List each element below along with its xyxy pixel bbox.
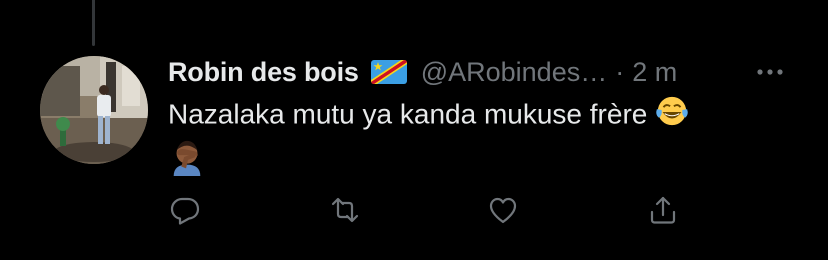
- retweet-button[interactable]: [325, 190, 365, 230]
- avatar-image: [40, 56, 148, 164]
- user-handle[interactable]: @ARobindes…: [421, 57, 608, 88]
- thread-connector-line: [92, 0, 95, 46]
- tweet-text-content: Nazalaka mutu ya kanda mukuse frère: [168, 98, 648, 130]
- share-icon: [650, 196, 676, 224]
- tweet-action-bar: [165, 190, 685, 230]
- tweet-header: Robin des bois @ARobindes… · 2 m: [168, 52, 677, 92]
- reply-icon: [170, 197, 200, 225]
- separator-dot: ·: [615, 56, 625, 87]
- like-button[interactable]: [483, 190, 523, 230]
- timestamp[interactable]: 2 m: [632, 57, 677, 88]
- person-facepalming-icon: [168, 138, 206, 186]
- retweet-icon: [331, 197, 359, 223]
- more-icon[interactable]: [752, 60, 788, 84]
- reply-button[interactable]: [165, 190, 205, 230]
- share-button[interactable]: [643, 190, 683, 230]
- face-with-tears-of-joy-icon: [655, 94, 689, 138]
- avatar[interactable]: [40, 56, 148, 164]
- tweet-text: Nazalaka mutu ya kanda mukuse frère: [168, 94, 788, 186]
- flag-dr-congo-icon: [370, 60, 407, 84]
- display-name[interactable]: Robin des bois: [168, 57, 359, 88]
- like-icon: [489, 197, 517, 224]
